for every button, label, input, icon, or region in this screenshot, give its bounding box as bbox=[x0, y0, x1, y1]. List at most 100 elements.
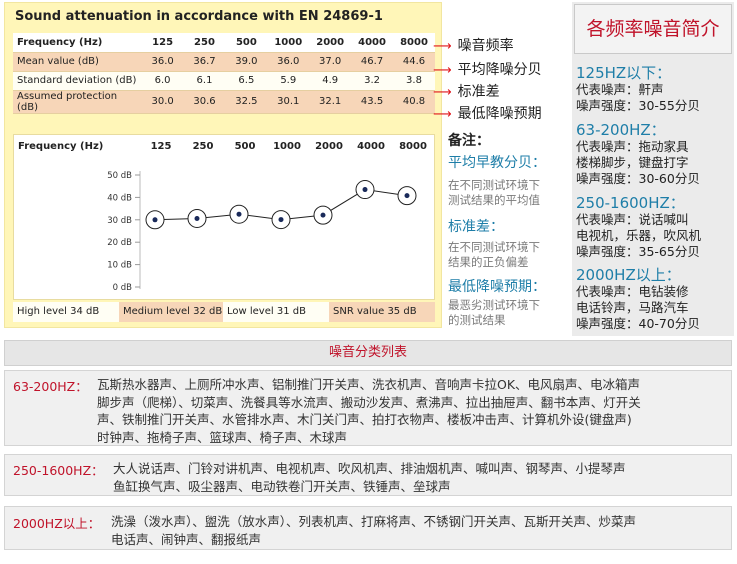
table-row-mean: Mean value (dB) 36.0 36.7 39.0 36.0 37.0… bbox=[13, 52, 435, 72]
table-cell: 3.8 bbox=[393, 71, 435, 91]
table-cell: 30.1 bbox=[267, 90, 310, 114]
category-box-2000: 2000HZ以上： 洗澡（泼水声）、盥洗（放水声）、列表机声、打麻将声、不锈钢门… bbox=[4, 506, 732, 550]
note-line: 最恶劣测试环境下 bbox=[448, 298, 540, 312]
freq-cell: 1000 bbox=[267, 33, 310, 53]
category-text: 瓦斯热水器声、上厕所冲水声、铝制推门开关声、洗衣机声、音响声卡拉OK、电风扇声、… bbox=[97, 376, 641, 446]
level-high: High level 34 dB bbox=[13, 302, 119, 322]
table-cell: 3.2 bbox=[351, 71, 393, 91]
arrow-right-icon: ⟶ bbox=[433, 107, 452, 122]
table-cell: 6.0 bbox=[141, 71, 184, 91]
category-line: 时钟声、拖椅子声、篮球声、椅子声、木球声 bbox=[97, 429, 348, 445]
category-line: 声、铁制推门开关声、水管排水声、木门关门声、拍打衣物声、楼板冲击声、计算机外设(… bbox=[97, 412, 632, 427]
table-cell: 5.9 bbox=[267, 71, 310, 91]
intro-text: 代表噪声：鼾声 噪声强度：30-55分贝 bbox=[576, 82, 700, 114]
panel-title: Sound attenuation in accordance with EN … bbox=[15, 9, 383, 24]
category-line: 瓦斯热水器声、上厕所冲水声、铝制推门开关声、洗衣机声、音响声卡拉OK、电风扇声、… bbox=[97, 377, 641, 392]
data-point bbox=[404, 193, 410, 199]
annotation-text: 标准差 bbox=[457, 84, 500, 100]
freq-cell: 500 bbox=[225, 33, 268, 53]
category-label: 63-200HZ： bbox=[13, 379, 88, 394]
table-cell: 37.0 bbox=[309, 52, 352, 72]
table-cell: 4.9 bbox=[309, 71, 352, 91]
y-tick-label: 20 dB bbox=[107, 238, 132, 248]
y-tick-label: 10 dB bbox=[107, 261, 132, 271]
intro-line: 代表噪声：拖动家具 bbox=[576, 139, 689, 154]
category-list-title: 噪音分类列表 bbox=[4, 340, 732, 366]
category-line: 脚步声（爬梯）、切菜声、洗餐具等水流声、搬动沙发声、煮沸声、拉出抽屉声、翻书本声… bbox=[97, 394, 641, 410]
freq-cell: 125 bbox=[141, 33, 184, 53]
intro-line: 电话铃声，马路汽车 bbox=[576, 300, 689, 315]
data-point bbox=[320, 212, 326, 218]
y-tick-label: 50 dB bbox=[107, 171, 132, 181]
level-medium: Medium level 32 dB bbox=[119, 302, 223, 322]
freq-cell: 4000 bbox=[351, 33, 393, 53]
arrow-right-icon: ⟶ bbox=[433, 39, 452, 54]
freq-cell: 2000 bbox=[309, 33, 352, 53]
chart-plot: 50 dB 40 dB 30 dB 20 dB 10 dB 0 dB bbox=[107, 171, 417, 293]
annotation-protection: ⟶ 最低降噪预期 bbox=[433, 103, 542, 123]
category-box-63-200: 63-200HZ： 瓦斯热水器声、上厕所冲水声、铝制推门开关声、洗衣机声、音响声… bbox=[4, 370, 732, 446]
data-point bbox=[236, 211, 242, 217]
attenuation-chart: Frequency (Hz) 125 250 500 1000 2000 400… bbox=[13, 134, 435, 300]
data-point bbox=[278, 217, 284, 223]
category-line: 鱼缸换气声、吸尘器声、电动铁卷门开关声、铁锤声、垒球声 bbox=[113, 478, 451, 494]
intro-line: 代表噪声：电钻装修 bbox=[576, 284, 689, 299]
note-line: 测试结果的平均值 bbox=[448, 193, 540, 207]
intro-line: 楼梯脚步，键盘打字 bbox=[576, 155, 689, 170]
levels-row: High level 34 dB Medium level 32 dB Low … bbox=[13, 302, 435, 322]
intro-line: 噪声强度：40-70分贝 bbox=[576, 316, 700, 331]
level-snr: SNR value 35 dB bbox=[329, 302, 435, 322]
y-tick-label: 30 dB bbox=[107, 216, 132, 226]
note-heading: 标准差： bbox=[448, 219, 504, 235]
attenuation-panel: Sound attenuation in accordance with EN … bbox=[4, 2, 442, 328]
freq-cell: 250 bbox=[183, 33, 226, 53]
category-line: 洗澡（泼水声）、盥洗（放水声）、列表机声、打麻将声、不锈钢门开关声、瓦斯开关声、… bbox=[111, 514, 637, 529]
intro-text: 代表噪声：电钻装修 电话铃声，马路汽车 噪声强度：40-70分贝 bbox=[576, 284, 700, 332]
table-header-row: Frequency (Hz) 125 250 500 1000 2000 400… bbox=[13, 33, 435, 53]
intro-line: 噪声强度：30-55分贝 bbox=[576, 98, 700, 113]
annotation-stddev: ⟶ 标准差 bbox=[433, 81, 500, 101]
intro-heading: 125HZ以下： bbox=[576, 64, 672, 82]
intro-line: 噪声强度：35-65分贝 bbox=[576, 244, 700, 259]
frequency-header-label: Frequency (Hz) bbox=[13, 33, 142, 53]
intro-line: 电视机，乐器，吹风机 bbox=[576, 228, 702, 243]
table-cell: 32.5 bbox=[225, 90, 268, 114]
attenuation-table: Frequency (Hz) 125 250 500 1000 2000 400… bbox=[13, 33, 435, 114]
y-tick-label: 0 dB bbox=[113, 283, 133, 293]
data-point bbox=[194, 215, 200, 221]
table-cell: 6.1 bbox=[183, 71, 226, 91]
table-cell: 6.5 bbox=[225, 71, 268, 91]
row-label: Mean value (dB) bbox=[13, 52, 142, 72]
intro-heading: 250-1600HZ： bbox=[576, 194, 685, 212]
arrow-right-icon: ⟶ bbox=[433, 85, 452, 100]
note-text: 在不同测试环境下 测试结果的平均值 bbox=[448, 178, 570, 208]
intro-text: 代表噪声：说话喊叫 电视机，乐器，吹风机 噪声强度：35-65分贝 bbox=[576, 212, 701, 260]
table-cell: 36.0 bbox=[141, 52, 184, 72]
table-cell: 36.0 bbox=[267, 52, 310, 72]
table-cell: 43.5 bbox=[351, 90, 393, 114]
note-line: 结果的正负偏差 bbox=[448, 255, 529, 269]
intro-text: 代表噪声：拖动家具 楼梯脚步，键盘打字 噪声强度：30-60分贝 bbox=[576, 139, 700, 187]
notes-title: 备注： bbox=[448, 133, 490, 149]
table-cell: 32.1 bbox=[309, 90, 352, 114]
note-text: 在不同测试环境下 结果的正负偏差 bbox=[448, 240, 570, 270]
annotation-mean: ⟶ 平均降噪分贝 bbox=[433, 59, 542, 79]
intro-heading: 63-200HZ： bbox=[576, 121, 666, 139]
category-box-250-1600: 250-1600HZ： 大人说话声、门铃对讲机声、电视机声、吹风机声、排油烟机声… bbox=[4, 454, 732, 496]
annotation-text: 噪音频率 bbox=[457, 38, 514, 54]
category-text: 大人说话声、门铃对讲机声、电视机声、吹风机声、排油烟机声、喊叫声、钢琴声、小提琴… bbox=[113, 460, 626, 495]
annotation-text: 平均降噪分贝 bbox=[457, 62, 542, 78]
category-label: 250-1600HZ： bbox=[13, 463, 104, 478]
intro-heading: 2000HZ以上： bbox=[576, 266, 681, 284]
arrow-right-icon: ⟶ bbox=[433, 63, 452, 78]
table-row-stddev: Standard deviation (dB) 6.0 6.1 6.5 5.9 … bbox=[13, 71, 435, 91]
row-label: Assumed protection (dB) bbox=[13, 90, 142, 114]
category-text: 洗澡（泼水声）、盥洗（放水声）、列表机声、打麻将声、不锈钢门开关声、瓦斯开关声、… bbox=[111, 513, 636, 548]
table-cell: 39.0 bbox=[225, 52, 268, 72]
table-cell: 30.6 bbox=[183, 90, 226, 114]
frequency-intro-panel: 各频率噪音简介 125HZ以下： 代表噪声：鼾声 噪声强度：30-55分贝 63… bbox=[572, 2, 734, 336]
category-line: 电话声、闹钟声、翻报纸声 bbox=[111, 531, 262, 547]
category-label: 2000HZ以上： bbox=[13, 516, 101, 531]
note-line: 的测试结果 bbox=[448, 313, 506, 327]
intro-title: 各频率噪音简介 bbox=[574, 4, 732, 54]
